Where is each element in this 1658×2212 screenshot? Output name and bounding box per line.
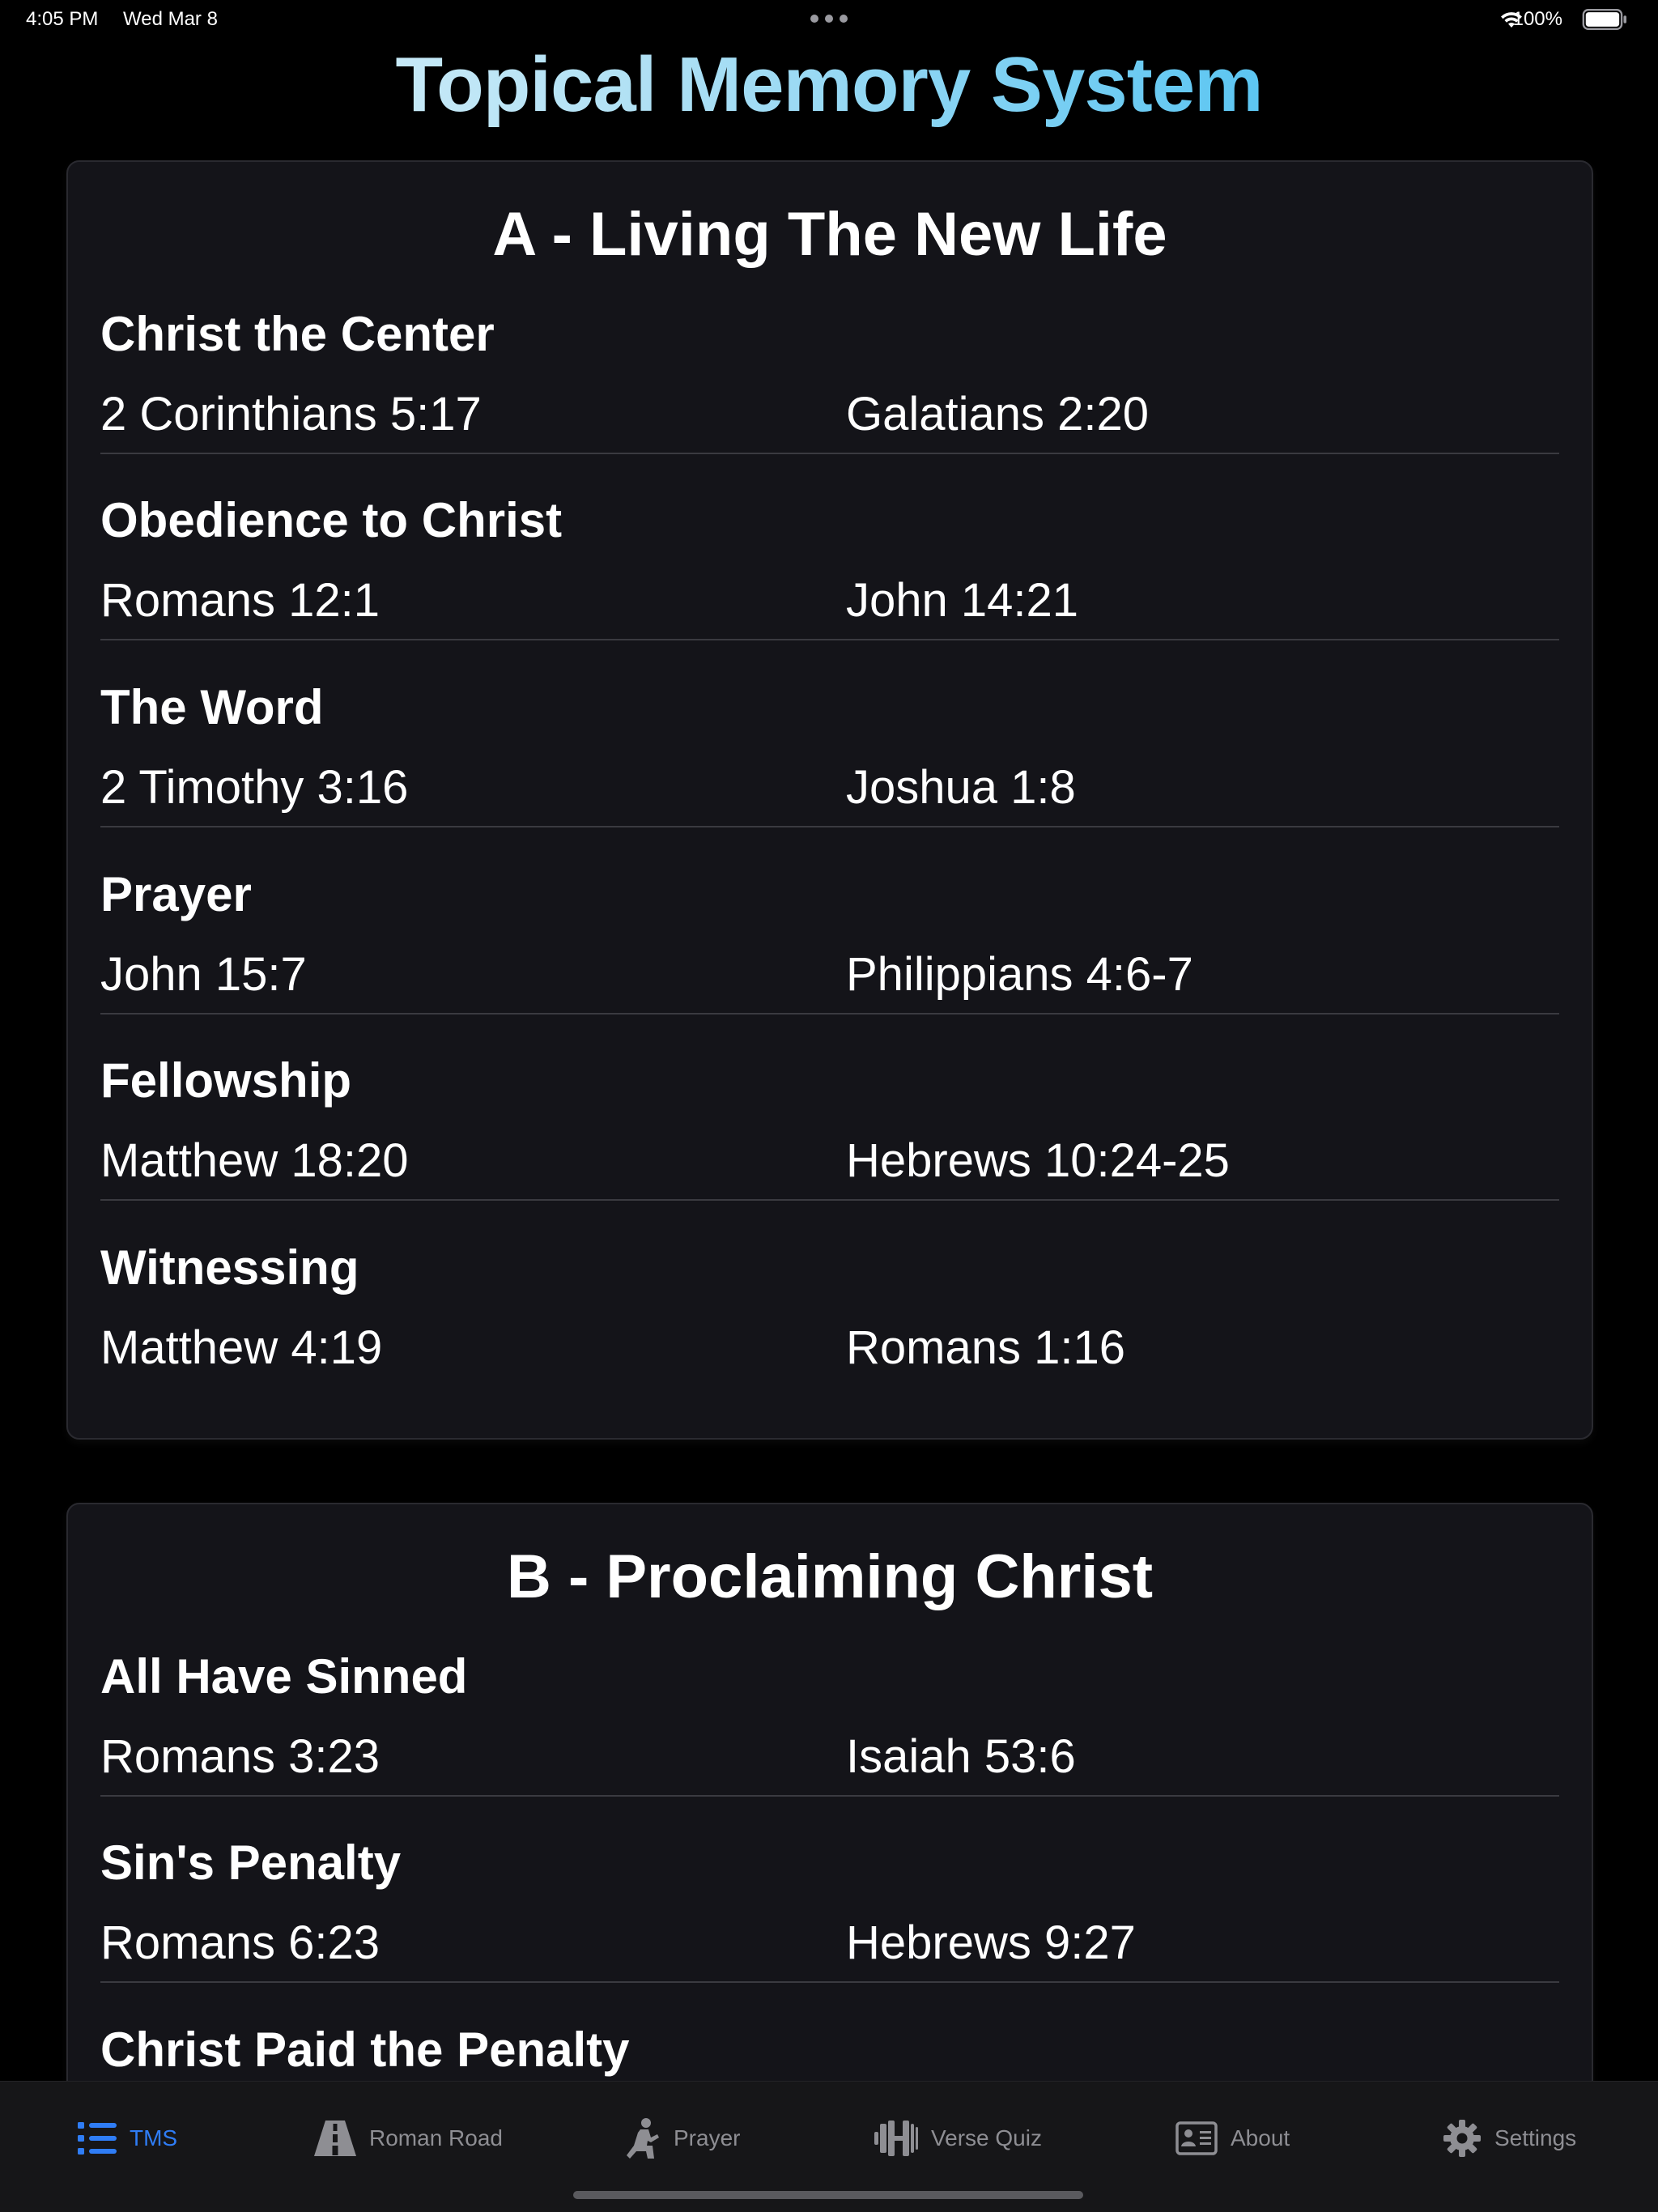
tab-tms[interactable]: TMS [78, 2082, 177, 2195]
topic-row[interactable]: Fellowship Matthew 18:20 Hebrews 10:24-2… [100, 1053, 1559, 1239]
divider [100, 826, 1559, 827]
list-icon [78, 2122, 117, 2155]
verse-reference[interactable]: Isaiah 53:6 [846, 1729, 1076, 1784]
road-icon [314, 2121, 356, 2156]
contact-card-icon [1175, 2121, 1218, 2155]
topic-row[interactable]: All Have Sinned Romans 3:23 Isaiah 53:6 [100, 1648, 1559, 1835]
tab-label: TMS [130, 2125, 178, 2150]
topic-title: Witnessing [100, 1240, 359, 1295]
topic-title: Obedience to Christ [100, 493, 563, 547]
tab-label: Verse Quiz [931, 2125, 1042, 2150]
section-title: B - Proclaiming Christ [506, 1542, 1154, 1611]
verse-reference[interactable]: Galatians 2:20 [846, 387, 1149, 441]
status-bar: 4:05 PM Wed Mar 8 100% [0, 0, 1658, 39]
tab-label: Settings [1494, 2125, 1577, 2150]
topic-title: Christ the Center [100, 307, 495, 361]
verse-reference[interactable]: Joshua 1:8 [846, 760, 1076, 815]
tab-verse-quiz[interactable]: Verse Quiz [874, 2082, 1042, 2195]
verse-reference[interactable]: Romans 1:16 [846, 1321, 1125, 1375]
battery-icon [1582, 9, 1626, 30]
topic-title: Sin's Penalty [100, 1836, 402, 1890]
topic-title: The Word [100, 680, 324, 734]
topic-title: Prayer [100, 867, 252, 921]
kneeling-person-icon [627, 2118, 659, 2159]
topic-title: Christ Paid the Penalty [100, 2023, 630, 2077]
topic-row[interactable]: Obedience to Christ Romans 12:1 John 14:… [100, 492, 1559, 678]
home-indicator[interactable] [573, 2191, 1083, 2199]
topic-row[interactable]: Sin's Penalty Romans 6:23 Hebrews 9:27 [100, 1835, 1559, 2021]
verse-reference[interactable]: Romans 3:23 [100, 1729, 380, 1784]
verse-reference[interactable]: Hebrews 9:27 [846, 1916, 1136, 1970]
gear-icon [1443, 2120, 1481, 2157]
topic-row[interactable]: Prayer John 15:7 Philippians 4:6-7 [100, 866, 1559, 1053]
section-title: A - Living The New Life [492, 200, 1167, 269]
verse-reference[interactable]: Hebrews 10:24-25 [846, 1134, 1230, 1188]
divider [100, 1013, 1559, 1015]
verse-reference[interactable]: 2 Corinthians 5:17 [100, 387, 482, 441]
divider [100, 453, 1559, 454]
tab-prayer[interactable]: Prayer [627, 2082, 740, 2195]
verse-reference[interactable]: Romans 6:23 [100, 1916, 380, 1970]
verse-reference[interactable]: John 14:21 [846, 573, 1078, 627]
verse-reference[interactable]: Philippians 4:6-7 [846, 947, 1193, 1002]
status-date: Wed Mar 8 [123, 8, 218, 30]
dumbbell-icon [874, 2121, 918, 2156]
divider [100, 639, 1559, 640]
multitasking-dots-icon[interactable] [810, 15, 848, 23]
topic-title: All Have Sinned [100, 1649, 468, 1704]
section-card-a: A - Living The New Life Christ the Cente… [66, 160, 1593, 1440]
topic-row[interactable]: Witnessing Matthew 4:19 Romans 1:16 [100, 1240, 1559, 1426]
verse-reference[interactable]: John 15:7 [100, 947, 307, 1002]
verse-reference[interactable]: Romans 12:1 [100, 573, 380, 627]
tab-about[interactable]: About [1175, 2082, 1290, 2195]
screen: 4:05 PM Wed Mar 8 100% Topical Memory Sy… [0, 0, 1658, 2212]
divider [100, 1981, 1559, 1983]
page-title: Topical Memory System [0, 40, 1658, 130]
tab-label: Roman Road [369, 2125, 503, 2150]
verse-reference[interactable]: Matthew 4:19 [100, 1321, 382, 1375]
topic-row[interactable]: The Word 2 Timothy 3:16 Joshua 1:8 [100, 679, 1559, 866]
verse-reference[interactable]: 2 Timothy 3:16 [100, 760, 408, 815]
topic-row[interactable]: Christ the Center 2 Corinthians 5:17 Gal… [100, 306, 1559, 492]
status-time: 4:05 PM [26, 8, 99, 30]
tab-settings[interactable]: Settings [1443, 2082, 1576, 2195]
divider [100, 1199, 1559, 1201]
tab-label: About [1231, 2125, 1290, 2150]
battery-percentage: 100% [1512, 8, 1562, 30]
verse-reference[interactable]: Matthew 18:20 [100, 1134, 408, 1188]
divider [100, 1795, 1559, 1797]
tab-roman-road[interactable]: Roman Road [314, 2082, 503, 2195]
tab-label: Prayer [674, 2125, 741, 2150]
status-indicators: 100% [1448, 6, 1634, 32]
topic-title: Fellowship [100, 1053, 352, 1108]
